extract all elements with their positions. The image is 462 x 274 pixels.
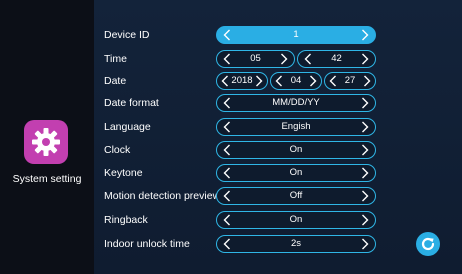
setting-row-date: Date 2018 04 27: [94, 72, 462, 94]
language-selector[interactable]: Engish: [216, 118, 376, 136]
language-value: Engish: [281, 121, 311, 132]
sidebar: System setting: [0, 0, 94, 274]
keytone-value: On: [289, 167, 303, 178]
setting-row-ringback: Ringback On: [94, 211, 462, 233]
clock-value: On: [289, 144, 303, 155]
setting-row-motion-preview: Motion detection preview Off: [94, 187, 462, 209]
unlock-time-label: Indoor unlock time: [104, 238, 190, 250]
clock-selector[interactable]: On: [216, 141, 376, 159]
chevron-right-icon[interactable]: [359, 52, 371, 66]
date-day-selector[interactable]: 27: [324, 72, 376, 90]
chevron-right-icon[interactable]: [359, 237, 371, 251]
clock-label: Clock: [104, 144, 131, 156]
time-minute-selector[interactable]: 42: [297, 50, 376, 68]
unlock-time-selector[interactable]: 2s: [216, 235, 376, 253]
date-format-label: Date format: [104, 97, 159, 109]
setting-row-keytone: Keytone On: [94, 164, 462, 186]
chevron-right-icon[interactable]: [359, 120, 371, 134]
language-label: Language: [104, 121, 151, 133]
motion-preview-selector[interactable]: Off: [216, 187, 376, 205]
chevron-right-icon[interactable]: [359, 143, 371, 157]
chevron-right-icon[interactable]: [307, 74, 319, 88]
ringback-selector[interactable]: On: [216, 211, 376, 229]
chevron-right-icon[interactable]: [359, 189, 371, 203]
chevron-right-icon[interactable]: [253, 74, 265, 88]
settings-panel: Device ID 1 Time 05 42 Date 2018 04 27 D…: [94, 0, 462, 274]
date-month-selector[interactable]: 04: [270, 72, 322, 90]
device-id-value: 1: [293, 29, 299, 40]
keytone-label: Keytone: [104, 167, 143, 179]
setting-row-device-id: Device ID 1: [94, 26, 462, 48]
time-label: Time: [104, 53, 127, 65]
sidebar-title: System setting: [12, 173, 82, 185]
device-id-selector[interactable]: 1: [216, 26, 376, 44]
setting-row-date-format: Date format MM/DD/YY: [94, 94, 462, 116]
gear-icon: [32, 128, 60, 156]
unlock-time-value: 2s: [290, 238, 302, 249]
setting-row-time: Time 05 42: [94, 50, 462, 72]
keytone-selector[interactable]: On: [216, 164, 376, 182]
setting-row-clock: Clock On: [94, 141, 462, 163]
chevron-right-icon[interactable]: [359, 28, 371, 42]
refresh-button[interactable]: [416, 232, 440, 256]
refresh-icon: [421, 237, 435, 251]
device-id-label: Device ID: [104, 29, 150, 41]
motion-preview-label: Motion detection preview: [104, 190, 221, 202]
setting-row-language: Language Engish: [94, 118, 462, 140]
setting-row-unlock-time: Indoor unlock time 2s: [94, 235, 462, 257]
ringback-label: Ringback: [104, 214, 148, 226]
date-format-value: MM/DD/YY: [272, 97, 320, 108]
chevron-right-icon[interactable]: [278, 52, 290, 66]
chevron-right-icon[interactable]: [361, 74, 373, 88]
chevron-right-icon[interactable]: [359, 213, 371, 227]
date-year-selector[interactable]: 2018: [216, 72, 268, 90]
system-setting-button[interactable]: [24, 120, 68, 164]
time-hour-selector[interactable]: 05: [216, 50, 295, 68]
ringback-value: On: [289, 214, 303, 225]
date-format-selector[interactable]: MM/DD/YY: [216, 94, 376, 112]
chevron-right-icon[interactable]: [359, 96, 371, 110]
chevron-right-icon[interactable]: [359, 166, 371, 180]
date-label: Date: [104, 75, 127, 87]
motion-preview-value: Off: [289, 190, 303, 201]
